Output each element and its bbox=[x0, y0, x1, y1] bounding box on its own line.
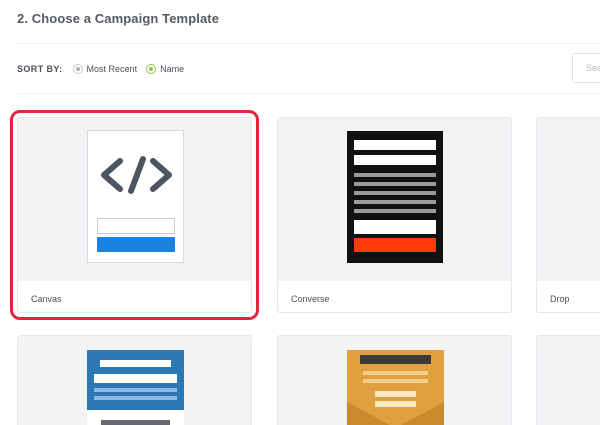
header-divider bbox=[17, 43, 600, 44]
preview-text-line bbox=[354, 209, 436, 213]
toolbar-divider bbox=[17, 93, 600, 94]
template-card-canvas[interactable]: Canvas bbox=[10, 110, 259, 320]
template-card-drop[interactable]: Drop bbox=[536, 117, 600, 313]
orange-template-preview bbox=[347, 350, 444, 425]
preview-input-field bbox=[101, 420, 170, 425]
sort-option-name[interactable]: Name bbox=[146, 64, 184, 74]
template-card-blue[interactable] bbox=[17, 335, 252, 425]
template-preview bbox=[278, 336, 511, 425]
preview-text-line bbox=[94, 396, 177, 400]
sort-option-label: Most Recent bbox=[86, 64, 138, 74]
search-box[interactable] bbox=[572, 53, 600, 83]
preview-text-line bbox=[94, 388, 177, 392]
canvas-preview bbox=[87, 130, 184, 263]
sort-label: SORT BY: bbox=[17, 64, 63, 74]
converse-preview bbox=[347, 131, 443, 263]
page-title: 2. Choose a Campaign Template bbox=[17, 11, 220, 26]
template-card-orange[interactable] bbox=[277, 335, 512, 425]
template-preview bbox=[18, 336, 251, 425]
template-preview bbox=[18, 118, 251, 281]
search-input[interactable] bbox=[573, 54, 600, 82]
template-name: Converse bbox=[291, 294, 330, 304]
template-preview bbox=[537, 336, 600, 425]
preview-headline-bar bbox=[354, 155, 436, 165]
template-preview bbox=[278, 118, 511, 281]
preview-headline-bar bbox=[354, 140, 436, 150]
preview-text-line bbox=[354, 191, 436, 195]
sort-option-most-recent[interactable]: Most Recent bbox=[72, 64, 138, 74]
preview-text-line bbox=[354, 200, 436, 204]
preview-text-line bbox=[354, 173, 436, 177]
template-name: Canvas bbox=[31, 294, 62, 304]
template-card-partial[interactable] bbox=[536, 335, 600, 425]
preview-submit-button bbox=[97, 237, 175, 252]
preview-submit-button bbox=[354, 238, 436, 252]
preview-input-field bbox=[354, 220, 436, 234]
radio-name[interactable] bbox=[146, 64, 157, 74]
template-preview bbox=[537, 118, 600, 281]
template-card-converse[interactable]: Converse bbox=[277, 117, 512, 313]
sort-bar: SORT BY: Most Recent Name bbox=[17, 62, 193, 76]
code-icon bbox=[101, 156, 172, 194]
preview-input-field bbox=[97, 218, 175, 234]
sort-option-label: Name bbox=[160, 64, 185, 74]
preview-text-line bbox=[354, 182, 436, 186]
blue-template-preview bbox=[87, 350, 184, 425]
preview-headline-bar bbox=[100, 360, 171, 367]
radio-most-recent[interactable] bbox=[72, 64, 83, 74]
preview-headline-bar bbox=[94, 374, 177, 383]
template-name: Drop bbox=[550, 294, 570, 304]
